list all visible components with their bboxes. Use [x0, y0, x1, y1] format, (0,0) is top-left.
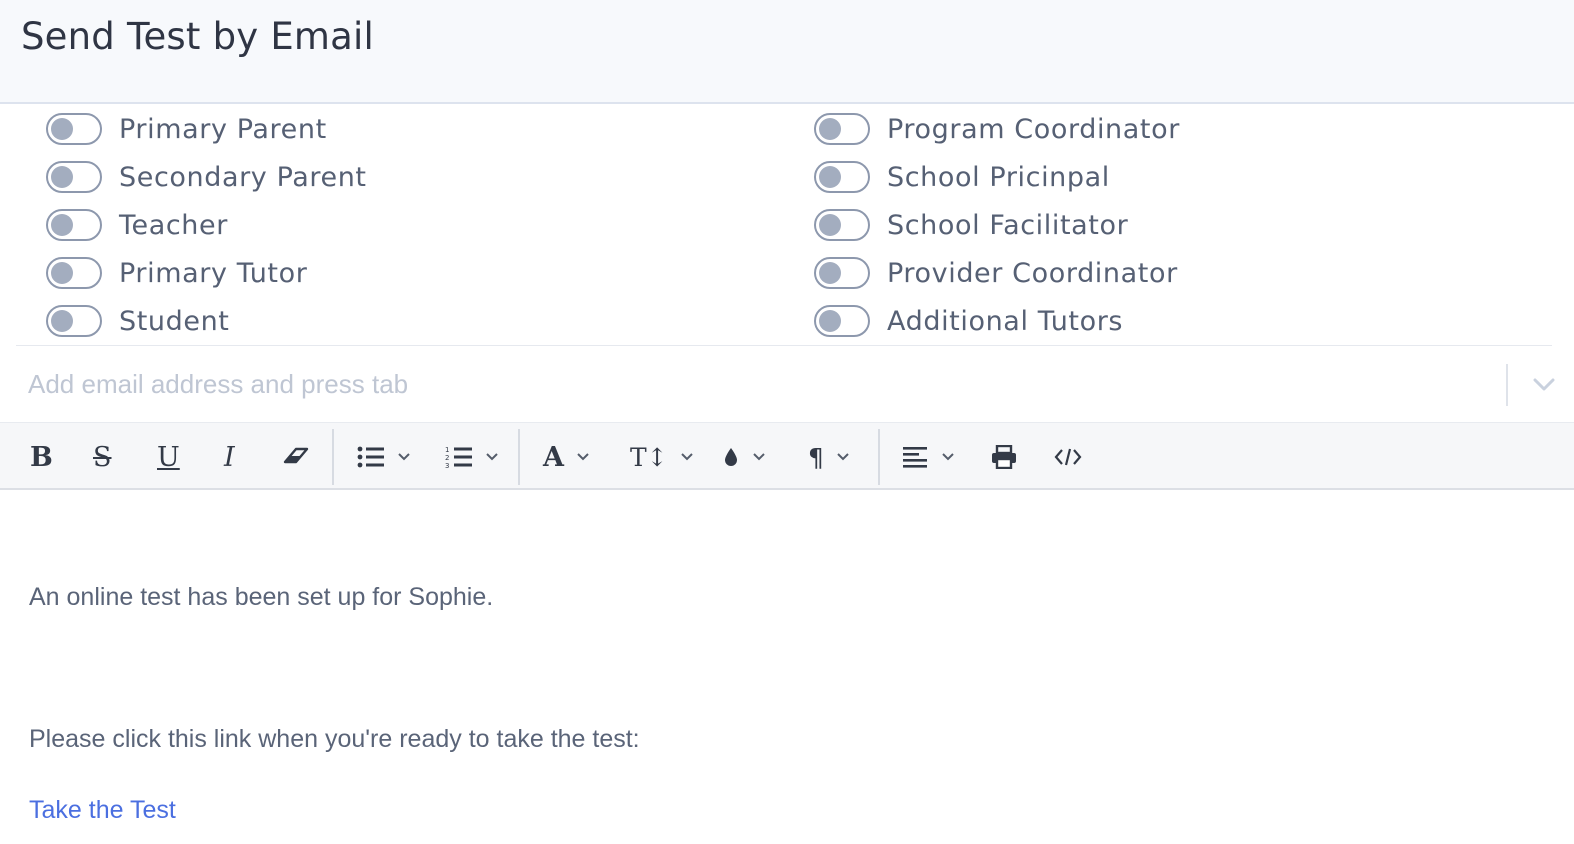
take-test-link[interactable]: Take the Test [29, 796, 176, 824]
email-body-editor[interactable]: An online test has been set up for Sophi… [0, 490, 1574, 844]
toggle-switch[interactable] [46, 113, 102, 145]
bullet-list-button[interactable] [357, 437, 411, 477]
bullet-list-icon [357, 446, 384, 468]
editor-toolbar: B S U I 1 2 3 A T↕ ¶ [0, 422, 1574, 490]
underline-icon: U [157, 441, 180, 473]
text-color-button[interactable] [722, 437, 766, 477]
recipient-toggle-secondary-parent[interactable]: Secondary Parent [46, 153, 367, 201]
paragraph-button[interactable]: ¶ [808, 437, 850, 477]
recipient-toggle-provider-coordinator[interactable]: Provider Coordinator [814, 249, 1178, 297]
toggle-switch[interactable] [814, 161, 870, 193]
toggle-switch[interactable] [46, 257, 102, 289]
code-view-icon [1054, 448, 1082, 466]
toggle-switch[interactable] [814, 257, 870, 289]
toggle-knob [819, 214, 841, 236]
toolbar-separator [332, 429, 334, 485]
color-icon [725, 448, 737, 466]
toggle-switch[interactable] [46, 305, 102, 337]
chevron-down-icon [942, 453, 954, 461]
toggle-switch[interactable] [814, 209, 870, 241]
toggle-switch[interactable] [46, 209, 102, 241]
bold-button[interactable]: B [30, 437, 53, 477]
print-button[interactable] [991, 437, 1017, 477]
recipient-toggle-program-coordinator[interactable]: Program Coordinator [814, 105, 1180, 153]
toggle-knob [819, 310, 841, 332]
strikethrough-icon: S [93, 441, 112, 473]
toggle-knob [819, 118, 841, 140]
toggle-label: School Pricinpal [887, 161, 1110, 193]
strikethrough-button[interactable]: S [93, 437, 112, 477]
recipient-toggle-additional-tutors[interactable]: Additional Tutors [814, 297, 1123, 345]
align-button[interactable] [903, 437, 955, 477]
toggle-knob [819, 262, 841, 284]
toggle-knob [51, 262, 73, 284]
italic-icon: I [224, 441, 235, 473]
bold-icon: B [30, 441, 53, 473]
toggle-label: School Facilitator [887, 209, 1129, 241]
toggle-knob [51, 214, 73, 236]
eraser-icon [283, 447, 309, 464]
divider [1506, 364, 1508, 406]
dialog-title: Send Test by Email [21, 15, 374, 58]
numbered-list-icon: 1 2 3 [445, 446, 472, 469]
toggle-switch[interactable] [814, 113, 870, 145]
recipient-toggle-school-principal[interactable]: School Pricinpal [814, 153, 1110, 201]
email-address-input[interactable] [18, 360, 1488, 408]
recipient-toggle-primary-parent[interactable]: Primary Parent [46, 105, 327, 153]
toggle-label: Student [119, 305, 230, 337]
paragraph-icon: ¶ [808, 442, 824, 472]
chevron-down-icon[interactable] [1530, 370, 1558, 398]
svg-text:2: 2 [445, 454, 449, 462]
toggle-switch[interactable] [814, 305, 870, 337]
toggle-knob [51, 310, 73, 332]
dialog-header: Send Test by Email [0, 0, 1574, 104]
recipient-toggle-student[interactable]: Student [46, 297, 230, 345]
clear-format-button[interactable] [282, 437, 310, 477]
recipient-toggle-teacher[interactable]: Teacher [46, 201, 228, 249]
toolbar-separator [518, 429, 520, 485]
toggle-label: Primary Parent [119, 113, 327, 145]
font-size-button[interactable]: T↕ [630, 437, 694, 477]
body-line: An online test has been set up for Sophi… [29, 583, 494, 611]
toggle-switch[interactable] [46, 161, 102, 193]
chevron-down-icon [577, 453, 589, 461]
toggle-label: Additional Tutors [887, 305, 1124, 337]
underline-button[interactable]: U [157, 437, 180, 477]
svg-text:1: 1 [445, 446, 449, 454]
recipient-toggle-primary-tutor[interactable]: Primary Tutor [46, 249, 307, 297]
font-family-icon: A [543, 441, 564, 473]
code-view-button[interactable] [1054, 437, 1082, 477]
toggle-knob [819, 166, 841, 188]
font-family-button[interactable]: A [543, 437, 590, 477]
print-icon [992, 445, 1016, 469]
toggle-label: Provider Coordinator [887, 257, 1178, 289]
font-size-icon: T↕ [630, 442, 668, 472]
italic-button[interactable]: I [224, 437, 235, 477]
recipient-toggle-school-facilitator[interactable]: School Facilitator [814, 201, 1128, 249]
chevron-down-icon [680, 453, 693, 461]
toggle-knob [51, 166, 73, 188]
body-line: Please click this link when you're ready… [29, 725, 640, 753]
email-entry-row [0, 346, 1574, 422]
toggle-label: Teacher [119, 209, 228, 241]
toggle-label: Secondary Parent [119, 161, 367, 193]
chevron-down-icon [837, 453, 849, 461]
toolbar-separator [878, 429, 880, 485]
chevron-down-icon [486, 453, 498, 461]
numbered-list-button[interactable]: 1 2 3 [445, 437, 499, 477]
chevron-down-icon [753, 453, 765, 461]
align-icon [903, 447, 927, 468]
svg-text:3: 3 [445, 462, 449, 469]
toggle-label: Program Coordinator [887, 113, 1180, 145]
toggle-knob [51, 118, 73, 140]
chevron-down-icon [398, 453, 410, 461]
toggle-label: Primary Tutor [119, 257, 308, 289]
